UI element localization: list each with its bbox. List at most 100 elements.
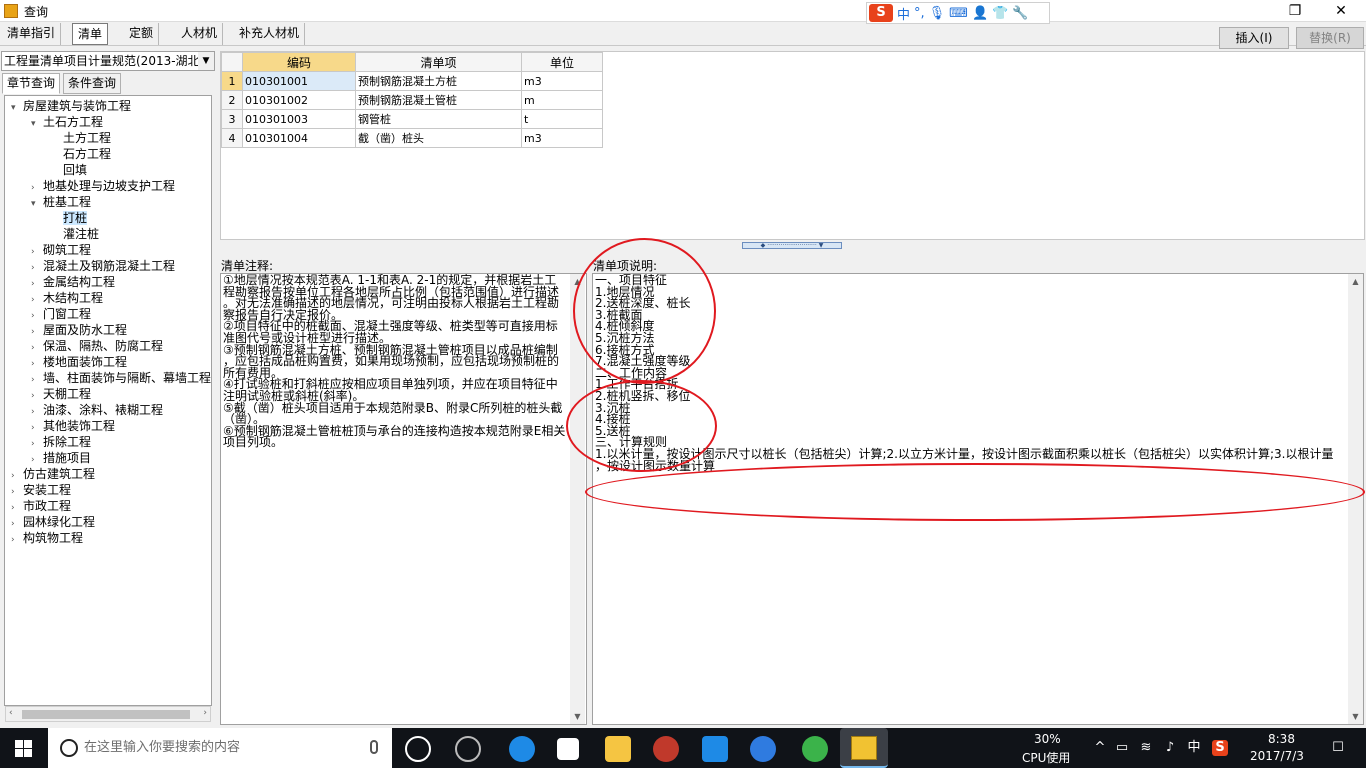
bill-item-grid[interactable]: 编码 清单项 单位 1 010301001 预制钢筋混凝土方桩 m3 2 01030100… (220, 51, 1365, 240)
column-header-item[interactable]: 清单项 (355, 52, 522, 72)
app-icon-red[interactable] (653, 736, 679, 762)
table-row[interactable]: 1 010301001 预制钢筋混凝土方桩 m3 (221, 71, 603, 91)
notes-vertical-scrollbar[interactable]: ▲ ▼ (570, 274, 585, 724)
tab-quota[interactable]: 定额 (124, 23, 160, 45)
tree-node[interactable]: › 构筑物工程 (11, 530, 83, 546)
tree-node[interactable]: 打桩 (51, 210, 88, 226)
spiral-app-icon[interactable] (455, 736, 481, 762)
scrollbar-thumb[interactable] (22, 710, 190, 719)
ime-punct-label[interactable]: °, (914, 6, 925, 21)
tree-node[interactable]: › 仿古建筑工程 (11, 466, 95, 482)
show-hidden-icons-icon[interactable]: ^ (1092, 740, 1108, 756)
tree-node[interactable]: ▾ 桩基工程 (31, 194, 91, 210)
keyboard-icon[interactable]: ⌨ (949, 6, 968, 21)
cortana-icon[interactable] (60, 739, 78, 757)
collapse-icon[interactable]: ▾ (31, 116, 43, 132)
tree-node[interactable]: › 园林绿化工程 (11, 514, 95, 530)
cell-item[interactable]: 截（凿）桩头 (355, 128, 522, 148)
cell-code[interactable]: 010301004 (242, 128, 356, 148)
store-icon[interactable] (557, 738, 579, 760)
start-button[interactable] (0, 728, 48, 768)
table-row[interactable]: 4 010301004 截（凿）桩头 m3 (221, 128, 603, 148)
tab-bill-guide[interactable]: 清单指引 (2, 23, 62, 45)
tab-labor-material[interactable]: 人材机 (176, 23, 224, 45)
clock-date[interactable]: 2017/7/3 (1250, 749, 1304, 763)
app-icon-g[interactable] (750, 736, 776, 762)
collapse-icon[interactable]: ▾ (31, 196, 43, 212)
pane-splitter-handle[interactable]: ◆ ·························· ▼ (742, 242, 842, 249)
tree-node[interactable]: › 措施项目 (31, 450, 91, 466)
tree-node[interactable]: › 天棚工程 (31, 386, 91, 402)
tab-chapter-query[interactable]: 章节查询 (2, 73, 61, 94)
close-window-icon[interactable]: ✕ (1318, 0, 1364, 22)
cell-code[interactable]: 010301001 (242, 71, 356, 91)
cell-unit[interactable]: t (521, 109, 603, 129)
tree-node[interactable]: › 砌筑工程 (31, 242, 91, 258)
scroll-down-icon[interactable]: ▼ (570, 709, 585, 724)
scroll-up-icon[interactable]: ▲ (570, 274, 585, 289)
tree-node[interactable]: › 屋面及防水工程 (31, 322, 127, 338)
tree-node[interactable]: › 市政工程 (11, 498, 71, 514)
cell-unit[interactable]: m3 (521, 71, 603, 91)
row-number[interactable]: 3 (221, 109, 243, 129)
scroll-up-icon[interactable]: ▲ (1348, 274, 1363, 289)
tab-supplement-labor-material[interactable]: 补充人材机 (234, 23, 306, 45)
tree-node[interactable]: › 混凝土及钢筋混凝土工程 (31, 258, 175, 274)
scroll-left-icon[interactable]: ‹ (9, 708, 13, 718)
column-header-unit[interactable]: 单位 (521, 52, 603, 72)
wifi-icon[interactable]: ≋ (1138, 740, 1154, 756)
microphone-icon[interactable] (370, 740, 378, 754)
tree-node[interactable]: › 墙、柱面装饰与隔断、幕墙工程 (31, 370, 211, 386)
tree-node[interactable]: › 地基处理与边坡支护工程 (31, 178, 175, 194)
ime-mode-label[interactable]: 中 (897, 4, 910, 23)
cell-unit[interactable]: m (521, 90, 603, 110)
cell-item[interactable]: 预制钢筋混凝土管桩 (355, 90, 522, 110)
tab-bill[interactable]: 清单 (72, 23, 109, 45)
tree-node[interactable]: › 其他装饰工程 (31, 418, 115, 434)
chapter-tree[interactable]: ▾ 房屋建筑与装饰工程 ▾ 土石方工程 土方工程 石方工程 回填 › 地基处理与边坡支护工程 ▾ 桩… (4, 95, 212, 706)
tree-node[interactable]: › 金属结构工程 (31, 274, 115, 290)
chevron-down-icon[interactable]: ▼ (198, 52, 214, 70)
taskbar-search-box[interactable]: 在这里输入你要搜索的内容 (48, 728, 392, 768)
sogou-logo-icon[interactable]: S (869, 4, 893, 22)
tree-node[interactable]: 回填 (51, 162, 87, 178)
column-header-code[interactable]: 编码 (242, 52, 356, 72)
row-number[interactable]: 1 (221, 71, 243, 91)
tree-node[interactable]: 石方工程 (51, 146, 111, 162)
edge-browser-icon[interactable] (509, 736, 535, 762)
clock-time[interactable]: 8:38 (1268, 732, 1295, 746)
tree-node[interactable]: 灌注桩 (51, 226, 99, 242)
tree-node[interactable]: ▾ 房屋建筑与装饰工程 (11, 98, 131, 114)
cell-code[interactable]: 010301002 (242, 90, 356, 110)
cell-unit[interactable]: m3 (521, 128, 603, 148)
task-view-icon[interactable] (405, 736, 431, 762)
tree-horizontal-scrollbar[interactable]: ‹ › (5, 706, 211, 722)
description-vertical-scrollbar[interactable]: ▲ ▼ (1348, 274, 1363, 724)
spec-dropdown[interactable]: 工程量清单项目计量规范(2013-湖北 ▼ (1, 51, 215, 71)
table-row[interactable]: 3 010301003 钢管桩 t (221, 109, 603, 129)
battery-icon[interactable]: ▭ (1114, 740, 1130, 756)
notes-textbox[interactable]: ①地层情况按本规范表A. 1-1和表A. 2-1的规定，并根据岩土工 程勘察报告按… (220, 273, 587, 725)
insert-button[interactable]: 插入(I) (1219, 27, 1289, 49)
notification-icon[interactable]: ☐ (1330, 740, 1346, 756)
scroll-down-icon[interactable]: ▼ (1348, 709, 1363, 724)
cell-code[interactable]: 010301003 (242, 109, 356, 129)
cell-item[interactable]: 预制钢筋混凝土方桩 (355, 71, 522, 91)
restore-window-icon[interactable]: ❐ (1272, 0, 1318, 22)
user-icon[interactable]: 👤 (972, 6, 988, 21)
tree-node[interactable]: › 楼地面装饰工程 (31, 354, 127, 370)
skin-shirt-icon[interactable]: 👕 (992, 6, 1008, 21)
collapse-icon[interactable]: ▾ (11, 100, 23, 116)
tree-node[interactable]: › 木结构工程 (31, 290, 103, 306)
table-row[interactable]: 2 010301002 预制钢筋混凝土管桩 m (221, 90, 603, 110)
app-icon-blue[interactable] (702, 736, 728, 762)
tree-node[interactable]: ▾ 土石方工程 (31, 114, 103, 130)
ime-mode-indicator[interactable]: 中 (1186, 740, 1202, 756)
tree-node[interactable]: › 保温、隔热、防腐工程 (31, 338, 163, 354)
replace-button[interactable]: 替换(R) (1296, 27, 1364, 49)
tree-node[interactable]: › 拆除工程 (31, 434, 91, 450)
tree-node[interactable]: 土方工程 (51, 130, 111, 146)
scroll-right-icon[interactable]: › (203, 708, 207, 718)
cell-item[interactable]: 钢管桩 (355, 109, 522, 129)
tree-node[interactable]: › 安装工程 (11, 482, 71, 498)
